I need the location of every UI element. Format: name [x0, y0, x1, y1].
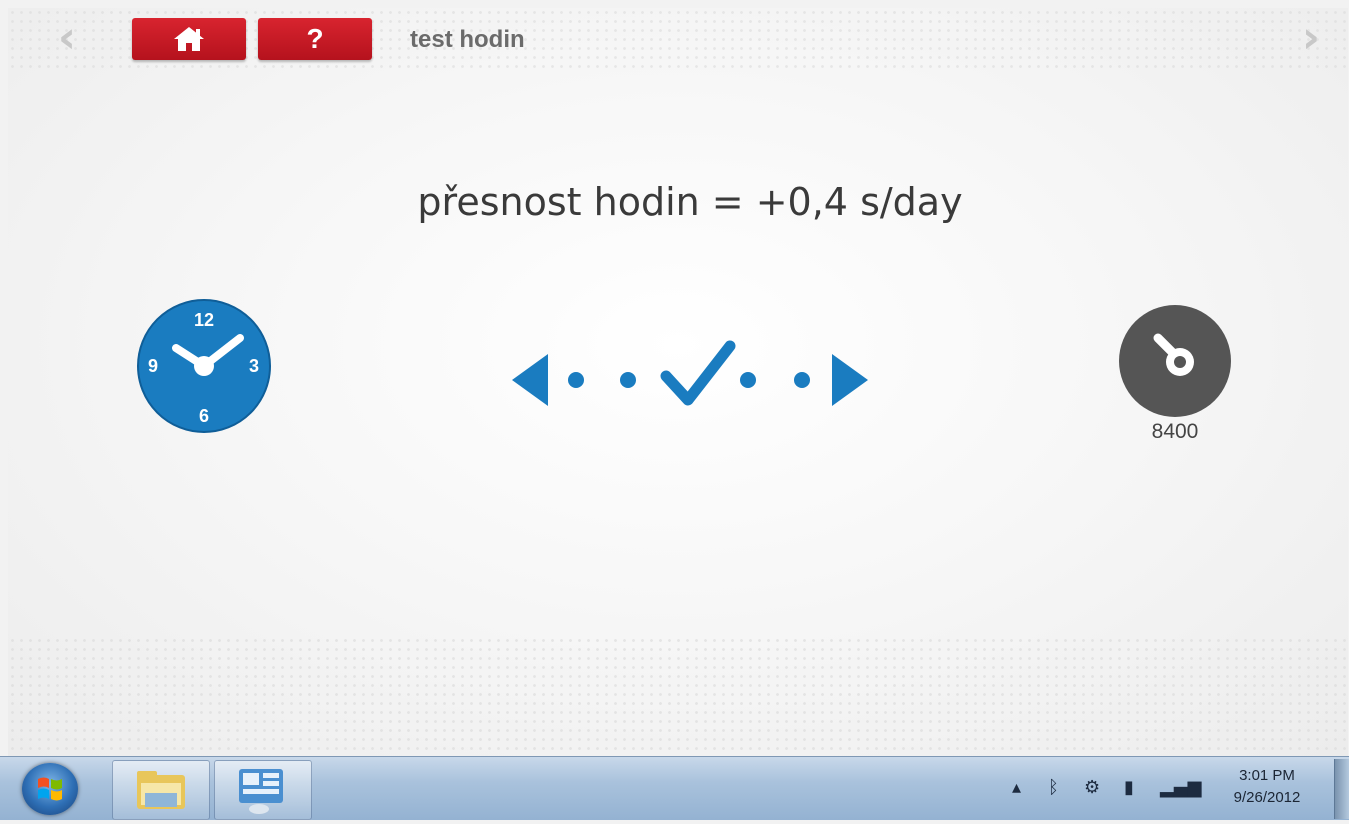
windows-logo-icon	[38, 777, 62, 801]
clock-number-12: 12	[194, 310, 214, 330]
accuracy-result: přesnost hodin = +0,4 s/day	[417, 180, 963, 224]
check-icon	[660, 340, 736, 406]
show-desktop-button[interactable]	[1334, 759, 1349, 819]
folder-icon	[137, 771, 185, 809]
app-taskbar-button[interactable]	[214, 760, 312, 820]
status-dot	[740, 372, 756, 388]
clock-time: 3:01 PM	[1239, 767, 1295, 784]
control-panel-icon	[239, 769, 283, 814]
taskbar-clock[interactable]: 3:01 PM 9/26/2012	[1222, 765, 1312, 809]
clock-icon: 12 3 6 9	[137, 299, 271, 433]
network-icon[interactable]: ⚙	[1084, 777, 1100, 798]
clock-date: 9/26/2012	[1233, 789, 1301, 806]
explorer-taskbar-button[interactable]	[112, 760, 210, 820]
clock-number-3: 3	[249, 356, 259, 376]
chevron-left-icon[interactable]: ‹	[52, 16, 82, 60]
app-window: ‹ › ? test hodin přesnost hodin = +0,4 s…	[8, 8, 1348, 756]
dial-icon	[1119, 305, 1231, 417]
show-hidden-icon[interactable]: ▴	[1012, 777, 1021, 798]
home-icon	[174, 27, 204, 51]
start-button[interactable]	[22, 763, 78, 815]
taskbar: ▴ ᛒ ⚙ ▮ ▂▄▆ 3:01 PM 9/26/2012	[0, 756, 1349, 820]
status-dot	[568, 372, 584, 388]
status-indicator	[512, 340, 868, 406]
help-button[interactable]: ?	[258, 18, 372, 60]
device-label: 8400	[1151, 420, 1199, 443]
status-dot	[794, 372, 810, 388]
chevron-right-icon[interactable]: ›	[1296, 16, 1326, 60]
arrow-left-icon	[512, 354, 548, 406]
footer-pattern	[8, 636, 1348, 756]
home-button[interactable]	[132, 18, 246, 60]
clock-number-9: 9	[148, 356, 158, 376]
page-title: test hodin	[410, 26, 525, 53]
clock-number-6: 6	[199, 406, 209, 426]
status-dot	[620, 372, 636, 388]
help-button-label: ?	[306, 23, 324, 54]
signal-icon[interactable]: ▂▄▆	[1160, 777, 1202, 798]
arrow-right-icon	[832, 354, 868, 406]
device-icon[interactable]: ▮	[1124, 777, 1134, 798]
bluetooth-icon[interactable]: ᛒ	[1048, 777, 1059, 798]
